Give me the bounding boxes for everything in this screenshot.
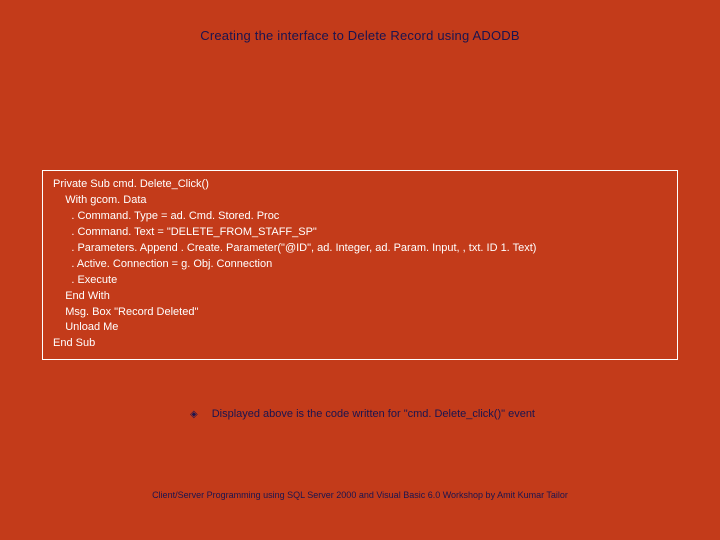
slide-title: Creating the interface to Delete Record … bbox=[0, 0, 720, 43]
bullet-icon: ◈ bbox=[190, 409, 198, 420]
code-block: Private Sub cmd. Delete_Click() With gco… bbox=[42, 170, 678, 360]
caption-row: ◈ Displayed above is the code written fo… bbox=[190, 408, 535, 420]
footer-text: Client/Server Programming using SQL Serv… bbox=[0, 490, 720, 500]
caption-text: Displayed above is the code written for … bbox=[212, 408, 535, 420]
